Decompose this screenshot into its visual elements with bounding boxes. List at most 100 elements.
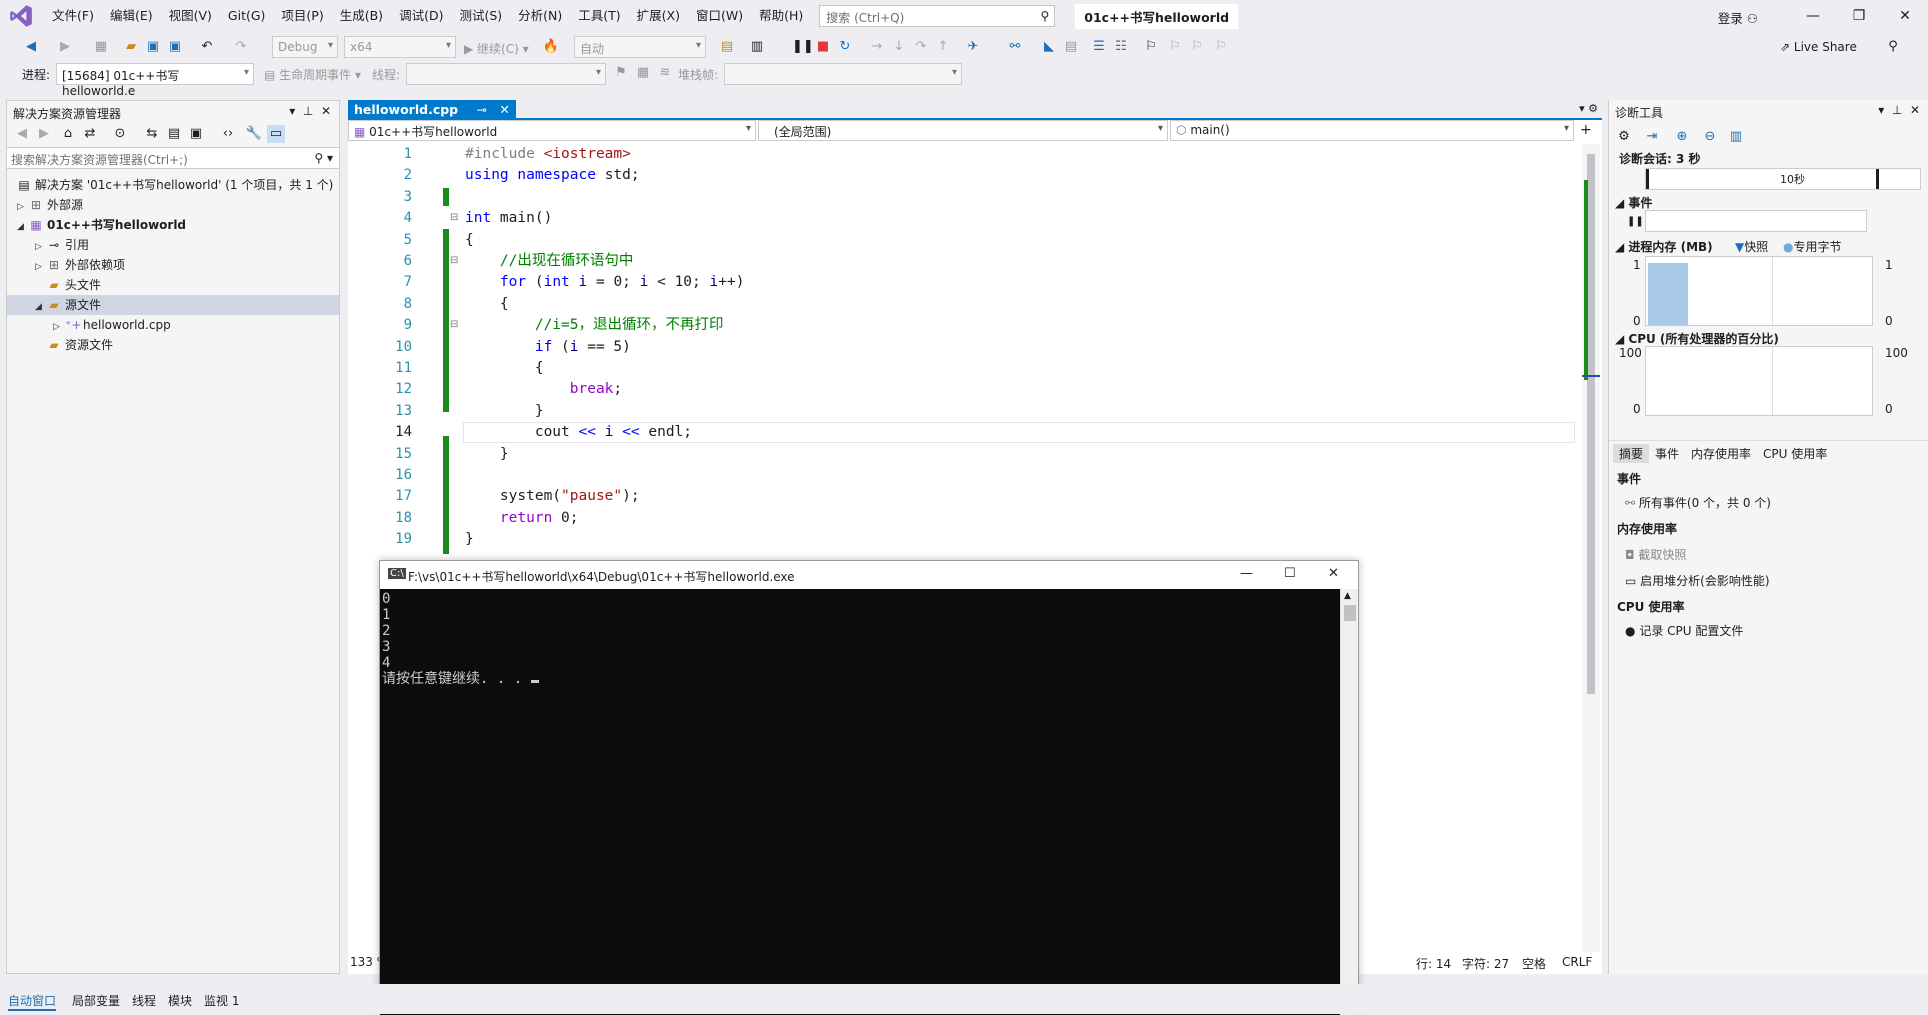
- pending-changes-icon[interactable]: ⊙: [111, 125, 129, 143]
- cpu-section-header[interactable]: ◢ CPU (所有处理器的百分比): [1615, 330, 1779, 347]
- continue-button[interactable]: ▶ 继续(C) ▾: [464, 40, 529, 57]
- stop-icon[interactable]: ■: [814, 38, 832, 56]
- search-input[interactable]: 搜索 (Ctrl+Q) ⚲: [819, 5, 1056, 27]
- panel-controls[interactable]: ▾ ⊥ ✕: [1878, 103, 1920, 117]
- diagnostics-icon[interactable]: ✈: [964, 38, 982, 56]
- flag-icon[interactable]: ⚑: [612, 64, 630, 82]
- zoom-in-icon[interactable]: ⊕: [1673, 128, 1691, 146]
- filter-icon[interactable]: ▦: [634, 64, 652, 82]
- record-cpu-button[interactable]: ● 记录 CPU 配置文件: [1625, 622, 1743, 639]
- pause-icon[interactable]: ❚❚: [792, 38, 814, 56]
- console-output[interactable]: 0 1 2 3 4 请按任意键继续. . .: [380, 589, 1340, 1015]
- configuration-dropdown[interactable]: Debug: [272, 36, 338, 58]
- platform-dropdown[interactable]: x64: [344, 36, 456, 58]
- open-icon[interactable]: ▰: [122, 38, 140, 56]
- project-nav-dropdown[interactable]: ▦ 01c++书写helloworld: [348, 120, 756, 141]
- redo-icon[interactable]: ↷: [232, 38, 250, 56]
- thread-dropdown[interactable]: [406, 63, 606, 85]
- menu-extensions[interactable]: 扩展(X): [629, 0, 688, 32]
- close-tab-icon[interactable]: ✕: [499, 102, 509, 117]
- thread-group-icon[interactable]: ≋: [656, 64, 674, 82]
- uncomment-icon[interactable]: ☷: [1112, 38, 1130, 56]
- menu-build[interactable]: 生成(B): [332, 0, 391, 32]
- feedback-icon[interactable]: ⚲: [1884, 38, 1902, 56]
- events-section-header[interactable]: ◢ 事件: [1615, 194, 1652, 211]
- menu-edit[interactable]: 编辑(E): [102, 0, 161, 32]
- scrollbar-thumb[interactable]: [1587, 154, 1595, 694]
- undo-icon[interactable]: ↶: [198, 38, 216, 56]
- home-icon[interactable]: ⌂: [59, 125, 77, 143]
- format-icon[interactable]: ▤: [1062, 38, 1080, 56]
- take-snapshot-button[interactable]: ◘ 截取快照: [1625, 546, 1686, 563]
- comment-icon[interactable]: ☰: [1090, 38, 1108, 56]
- step-over-icon[interactable]: ↷: [912, 38, 930, 56]
- expand-arrow-icon[interactable]: ▷: [17, 197, 29, 217]
- menu-help[interactable]: 帮助(H): [751, 0, 811, 32]
- collapse-all-icon[interactable]: ▤: [165, 125, 183, 143]
- scope-nav-dropdown[interactable]: (全局范围): [758, 120, 1168, 141]
- back-icon[interactable]: ◀: [13, 125, 31, 143]
- open-folder-icon[interactable]: ▤: [718, 38, 736, 56]
- expand-arrow-icon[interactable]: ▷: [35, 257, 47, 277]
- save-all-icon[interactable]: ▣: [166, 38, 184, 56]
- menu-debug[interactable]: 调试(D): [391, 0, 451, 32]
- hot-reload-icon[interactable]: 🔥: [542, 38, 560, 56]
- editor-scrollbar[interactable]: [1582, 144, 1600, 952]
- auto-dropdown[interactable]: 自动: [574, 36, 706, 58]
- menu-tools[interactable]: 工具(T): [570, 0, 628, 32]
- tab-threads[interactable]: 线程: [132, 992, 156, 1009]
- stackframe-dropdown[interactable]: [724, 63, 962, 85]
- console-scrollbar[interactable]: ▲: [1340, 589, 1358, 1015]
- tab-autos[interactable]: 自动窗口: [8, 992, 57, 1011]
- menu-file[interactable]: 文件(F): [44, 0, 102, 32]
- back-icon[interactable]: ◀: [22, 38, 40, 56]
- code-view-icon[interactable]: ‹›: [219, 125, 237, 143]
- all-events-link[interactable]: ⚯ 所有事件(0 个，共 0 个): [1625, 494, 1771, 511]
- console-window[interactable]: C:\ F:\vs\01c++书写helloworld\x64\Debug\01…: [379, 560, 1359, 1015]
- menu-git[interactable]: Git(G): [220, 0, 274, 32]
- scroll-up-icon[interactable]: ▲: [1344, 591, 1351, 601]
- zoom-out-icon[interactable]: ⊖: [1701, 128, 1719, 146]
- tab-watch1[interactable]: 监视 1: [204, 992, 239, 1009]
- tab-locals[interactable]: 局部变量: [72, 992, 120, 1009]
- show-all-files-icon[interactable]: ▣: [187, 125, 205, 143]
- breakpoint-toggle-icon[interactable]: ⚯: [1006, 38, 1024, 56]
- forward-icon[interactable]: ▶: [56, 38, 74, 56]
- expand-arrow-icon[interactable]: ▷: [35, 237, 47, 257]
- split-icon[interactable]: +: [1580, 122, 1592, 138]
- lifecycle-events-button[interactable]: ▤ 生命周期事件 ▾: [264, 66, 361, 83]
- menu-analyze[interactable]: 分析(N): [510, 0, 570, 32]
- properties-icon[interactable]: 🔧: [245, 125, 263, 143]
- collapse-arrow-icon[interactable]: ◢: [35, 297, 47, 317]
- tree-item-project[interactable]: ◢ ▦ 01c++书写helloworld: [7, 215, 339, 235]
- console-close-button[interactable]: ✕: [1328, 566, 1339, 581]
- tree-item-references[interactable]: ▷ ⊸ 引用: [7, 235, 339, 255]
- menu-test[interactable]: 测试(S): [451, 0, 510, 32]
- member-nav-dropdown[interactable]: ⬡ main(): [1170, 120, 1574, 141]
- menu-window[interactable]: 窗口(W): [688, 0, 751, 32]
- bookmark-icon[interactable]: ⚐: [1142, 38, 1160, 56]
- restore-button[interactable]: ❐: [1836, 0, 1882, 32]
- tree-item-resource-files[interactable]: ▰ 资源文件: [7, 335, 339, 355]
- expand-arrow-icon[interactable]: ▷: [53, 317, 65, 337]
- show-next-statement-icon[interactable]: →: [868, 38, 886, 56]
- solution-search-input[interactable]: 搜索解决方案资源管理器(Ctrl+;) ⚲ ▾: [7, 147, 339, 169]
- preview-icon[interactable]: ▭: [267, 125, 285, 143]
- memory-section-header[interactable]: ◢ 进程内存 (MB): [1615, 238, 1713, 255]
- next-bookmark-icon[interactable]: ⚐: [1188, 38, 1206, 56]
- console-titlebar[interactable]: C:\ F:\vs\01c++书写helloworld\x64\Debug\01…: [380, 561, 1358, 589]
- tab-summary[interactable]: 摘要: [1613, 444, 1650, 463]
- save-icon[interactable]: ▣: [144, 38, 162, 56]
- tab-options-icon[interactable]: ▾ ⚙: [1579, 102, 1598, 115]
- timeline[interactable]: 10秒: [1645, 168, 1921, 190]
- layout-icon[interactable]: ▥: [748, 38, 766, 56]
- login-link[interactable]: 登录 ⚇: [1718, 8, 1758, 27]
- clear-bookmark-icon[interactable]: ⚐: [1212, 38, 1230, 56]
- tree-item-solution[interactable]: ▤ 解决方案 '01c++书写helloworld' (1 个项目，共 1 个): [7, 175, 339, 195]
- tree-item-source-files[interactable]: ◢ ▰ 源文件: [7, 295, 339, 315]
- tree-item-helloworld-cpp[interactable]: ▷ ⁺+ helloworld.cpp: [7, 315, 339, 335]
- prev-bookmark-icon[interactable]: ⚐: [1166, 38, 1184, 56]
- tree-item-external-sources[interactable]: ▷ ⊞ 外部源: [7, 195, 339, 215]
- tab-modules[interactable]: 模块: [168, 992, 192, 1009]
- tree-item-header-files[interactable]: ▰ 头文件: [7, 275, 339, 295]
